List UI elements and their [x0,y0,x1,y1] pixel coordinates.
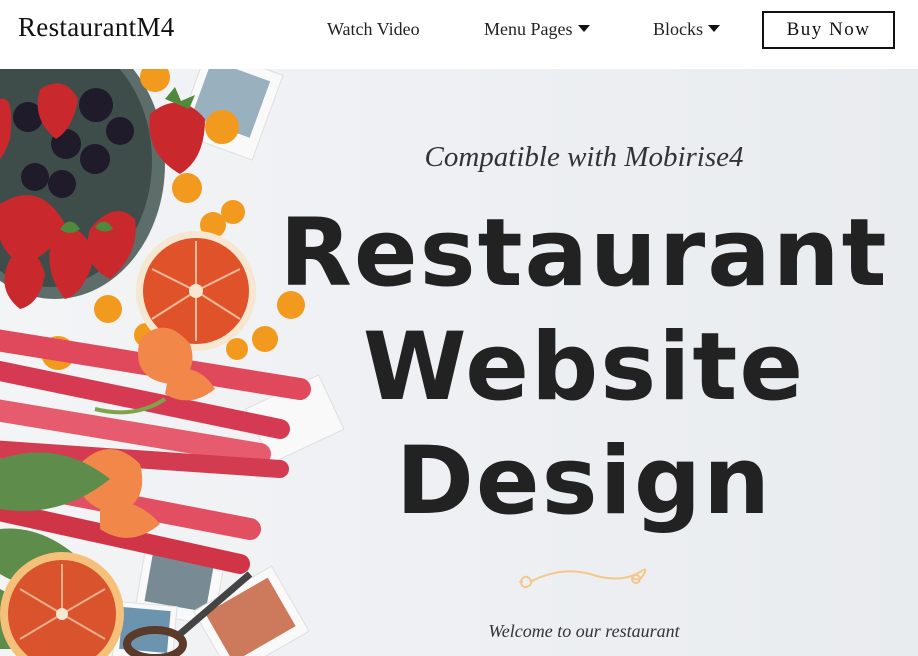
caret-down-icon [708,25,721,32]
nav-menu-pages-dropdown[interactable]: Menu Pages [484,19,590,40]
caret-down-icon [577,25,590,32]
hero-content: Compatible with Mobirise4 Restaurant Web… [250,69,918,656]
hero-title-line-2: Website [362,313,806,422]
hero-welcome-text: Welcome to our restaurant [488,621,680,641]
nav-watch-video[interactable]: Watch Video [327,19,420,40]
navbar: RestaurantM4 Watch Video Menu Pages Bloc… [0,0,918,69]
hero-title-line-1: Restaurant [279,199,889,308]
buy-now-button[interactable]: Buy Now [762,11,895,49]
nav-watch-video-label: Watch Video [327,19,420,39]
hero-title: Restaurant Website Design [250,197,918,539]
divider-ornament-icon [519,568,647,589]
nav-blocks-label: Blocks [653,19,704,39]
hero-section: Compatible with Mobirise4 Restaurant Web… [0,69,918,656]
nav-blocks-dropdown[interactable]: Blocks [653,19,721,40]
hero-title-line-3: Design [395,427,773,536]
hero-subtitle: Compatible with Mobirise4 [424,141,744,173]
nav-menu-pages-label: Menu Pages [484,19,573,39]
brand-logo[interactable]: RestaurantM4 [18,12,175,43]
